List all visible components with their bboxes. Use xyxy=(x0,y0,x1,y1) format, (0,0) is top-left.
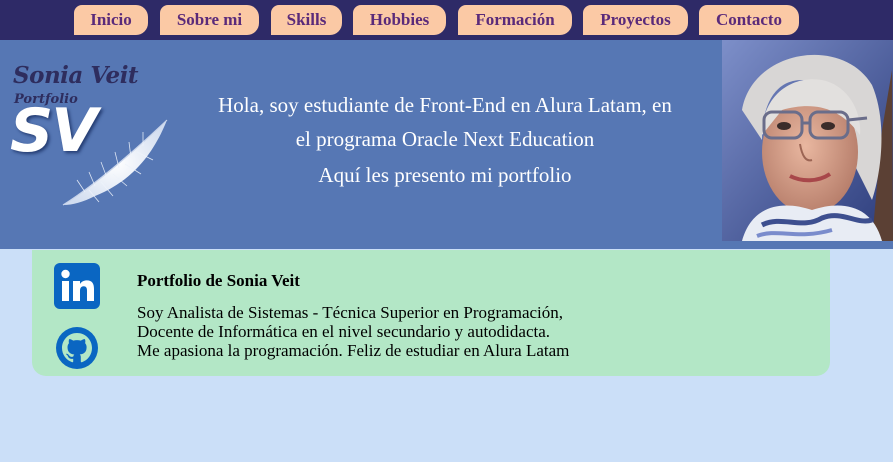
hero-line-intro: Hola, soy estudiante de Front-End en Alu… xyxy=(218,93,672,151)
card-description-line: Soy Analista de Sistemas - Técnica Super… xyxy=(137,303,564,322)
nav-item-hobbies[interactable]: Hobbies xyxy=(353,5,446,35)
nav-item-skills[interactable]: Skills xyxy=(271,5,342,35)
nav-item-formacion[interactable]: Formación xyxy=(458,5,572,35)
card-title: Portfolio de Sonia Veit xyxy=(137,271,300,290)
hero-intro: Hola, soy estudiante de Front-End en Alu… xyxy=(210,88,680,192)
logo-initials: SV xyxy=(10,96,98,166)
card-description: Soy Analista de Sistemas - Técnica Super… xyxy=(137,303,569,360)
logo-name: Sonia Veit xyxy=(13,62,139,89)
profile-photo xyxy=(722,40,893,241)
nav-item-proyectos[interactable]: Proyectos xyxy=(583,5,688,35)
card-description-line: Me apasiona la programación. Feliz de es… xyxy=(137,341,570,360)
nav-item-contacto[interactable]: Contacto xyxy=(699,5,799,35)
top-navigation: Inicio Sobre mi Skills Hobbies Formación… xyxy=(0,0,893,40)
linkedin-link[interactable] xyxy=(54,263,100,309)
nav-item-inicio[interactable]: Inicio xyxy=(74,5,148,35)
nav-item-sobre-mi[interactable]: Sobre mi xyxy=(160,5,259,35)
card-description-line: Docente de Informática en el nivel secun… xyxy=(137,322,551,341)
linkedin-icon xyxy=(54,263,100,309)
portfolio-logo: Sonia Veit Portfolio SV xyxy=(10,62,180,222)
github-icon xyxy=(56,327,98,369)
about-card: Portfolio de Sonia Veit Soy Analista de … xyxy=(32,250,830,376)
hero-line-portfolio: Aquí les presento mi portfolio xyxy=(318,163,572,187)
github-link[interactable] xyxy=(55,326,99,370)
hero-banner: Sonia Veit Portfolio SV Hola, soy estudi… xyxy=(0,40,893,249)
